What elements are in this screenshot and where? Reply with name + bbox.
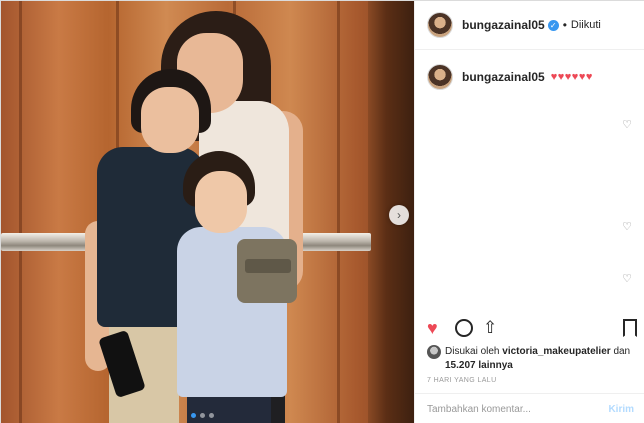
instagram-post: › bungazainal05 ✓ • Diikuti bungazainal0… xyxy=(0,0,644,423)
likes-text: Disukai oleh victoria_makeupatelier dan … xyxy=(445,345,637,373)
handbag-strap xyxy=(245,259,291,273)
comment-input[interactable]: Tambahkan komentar... xyxy=(427,404,608,415)
carousel-next-button[interactable]: › xyxy=(389,205,409,225)
comments-area: ♡ ♡ ♡ xyxy=(415,96,644,306)
post-timestamp[interactable]: 7 HARI YANG LALU xyxy=(427,377,497,384)
carousel-dot xyxy=(209,413,214,418)
carousel-dot xyxy=(200,413,205,418)
liker-username[interactable]: victoria_makeupatelier xyxy=(502,346,610,357)
caption-row: bungazainal05 ♥♥♥♥♥♥ xyxy=(415,50,644,90)
avatar[interactable] xyxy=(427,12,453,38)
likes-suffix[interactable]: lainnya xyxy=(478,360,512,371)
likes-count[interactable]: 15.207 xyxy=(445,360,476,371)
carousel-dot xyxy=(191,413,196,418)
heart-filled-icon[interactable]: ♥ xyxy=(427,317,438,339)
post-photo[interactable]: › xyxy=(1,1,414,423)
caption-hearts: ♥♥♥♥♥♥ xyxy=(550,71,593,83)
caption-username[interactable]: bungazainal05 xyxy=(462,70,545,84)
header-separator: • xyxy=(562,18,567,32)
comment-like-icon[interactable]: ♡ xyxy=(622,220,632,233)
comment-like-icon[interactable]: ♡ xyxy=(622,272,632,285)
post-header: bungazainal05 ✓ • Diikuti xyxy=(415,1,644,50)
likes-prefix: Disukai oleh xyxy=(445,346,500,357)
chevron-right-icon: › xyxy=(397,208,401,222)
elevator-panel-seam xyxy=(337,1,340,423)
follow-status-button[interactable]: Diikuti xyxy=(571,19,601,31)
elevator-panel-seam xyxy=(19,1,22,423)
likes-conjunction: dan xyxy=(613,346,631,357)
post-comment-button[interactable]: Kirim xyxy=(608,404,634,415)
carousel-dots xyxy=(191,413,214,418)
header-username[interactable]: bungazainal05 xyxy=(462,18,545,32)
boy-left-face xyxy=(141,87,199,153)
share-upload-icon[interactable]: ⇧ xyxy=(483,317,497,339)
likes-summary: Disukai oleh victoria_makeupatelier dan … xyxy=(427,345,637,373)
liker-avatar xyxy=(427,345,441,359)
comment-bubble-icon[interactable] xyxy=(455,319,473,337)
verified-badge-icon: ✓ xyxy=(547,19,559,31)
comment-like-icon[interactable]: ♡ xyxy=(622,118,632,131)
action-bar: ♥ ⇧ xyxy=(427,317,637,341)
boy-front-face xyxy=(195,171,247,233)
post-sidebar: bungazainal05 ✓ • Diikuti bungazainal05 … xyxy=(414,1,644,423)
bookmark-icon[interactable] xyxy=(623,319,637,337)
avatar[interactable] xyxy=(427,64,453,90)
comment-bar: Tambahkan komentar... Kirim xyxy=(415,393,644,423)
